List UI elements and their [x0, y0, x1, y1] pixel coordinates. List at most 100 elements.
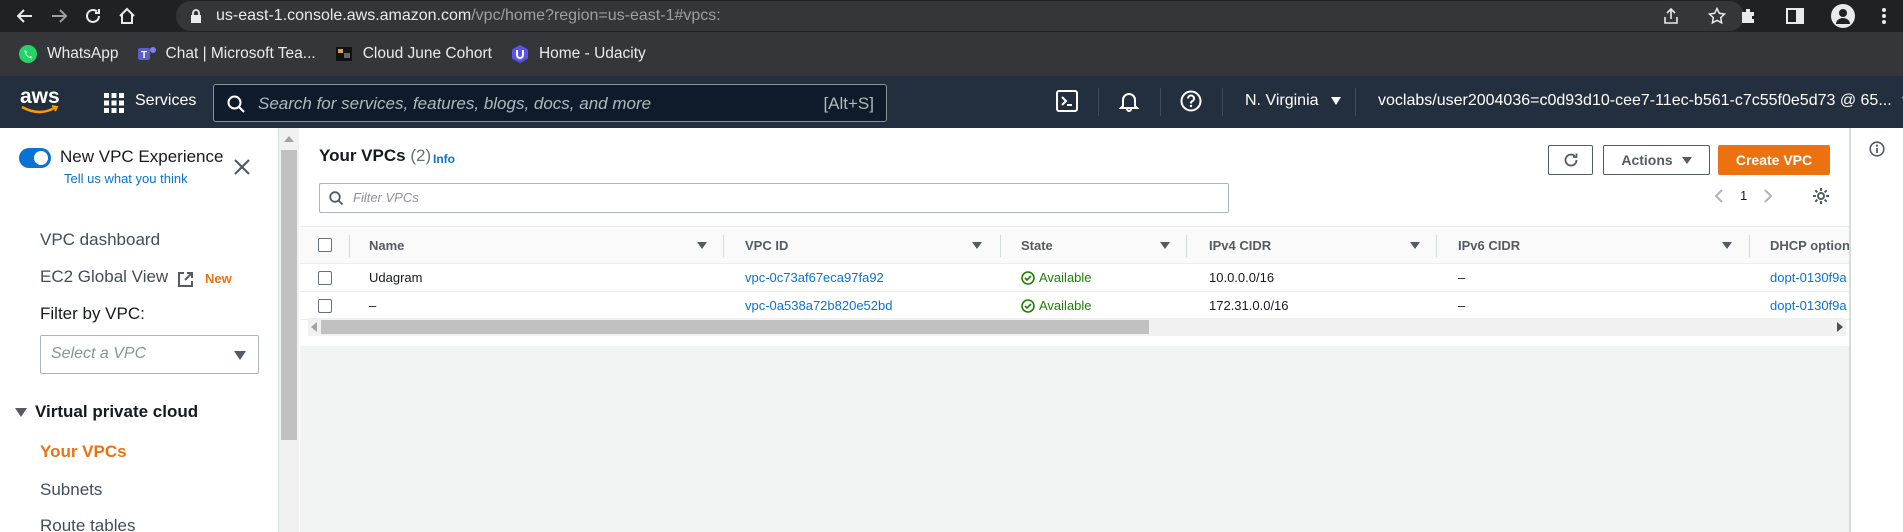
cloudshell-icon[interactable]	[1056, 90, 1078, 112]
info-icon[interactable]	[1869, 141, 1885, 157]
extensions-icon[interactable]	[1739, 6, 1759, 26]
vpc-filter-select[interactable]: Select a VPC	[40, 335, 259, 374]
table-horizontal-scrollbar[interactable]	[308, 318, 1846, 336]
column-header-dhcp[interactable]: DHCP option	[1770, 238, 1850, 253]
services-menu[interactable]: Services	[135, 92, 196, 110]
bookmark-label: Cloud June Cohort	[362, 45, 492, 62]
external-link-icon	[178, 272, 193, 287]
udacity-icon	[510, 44, 530, 64]
bookmark-udacity[interactable]: Home - Udacity	[510, 44, 646, 64]
cell-vpc-id[interactable]: vpc-0c73af67eca97fa92	[745, 270, 884, 285]
refresh-icon	[1564, 153, 1577, 167]
caret-down-icon	[15, 407, 27, 417]
bookmark-label: Home - Udacity	[538, 45, 646, 62]
chevron-left-icon[interactable]	[1714, 188, 1724, 203]
close-icon[interactable]	[233, 158, 251, 176]
profile-avatar-icon[interactable]	[1831, 4, 1855, 28]
vpc-count: (2)	[410, 146, 432, 165]
filter-vpcs-input[interactable]: Filter VPCs	[319, 183, 1229, 213]
sort-caret-icon[interactable]	[972, 242, 982, 249]
sidebar-item-your-vpcs[interactable]: Your VPCs	[40, 442, 127, 462]
page-title: Your VPCs (2)	[319, 146, 432, 165]
check-circle-icon	[1021, 270, 1035, 285]
select-all-checkbox[interactable]	[318, 238, 332, 252]
sort-caret-icon[interactable]	[1722, 242, 1732, 249]
search-input[interactable]: Search for services, features, blogs, do…	[213, 84, 887, 122]
sort-caret-icon[interactable]	[1160, 242, 1170, 249]
gear-icon[interactable]	[1812, 187, 1830, 205]
bookmark-teams[interactable]: T Chat | Microsoft Tea...	[137, 44, 316, 64]
sort-caret-icon[interactable]	[1410, 242, 1420, 249]
column-header-name[interactable]: Name	[369, 238, 404, 253]
cell-vpc-id[interactable]: vpc-0a538a72b820e52bd	[745, 298, 892, 313]
column-header-state[interactable]: State	[1021, 238, 1053, 253]
sidebar-item-subnets[interactable]: Subnets	[40, 480, 102, 500]
scroll-right-arrow-icon[interactable]	[1837, 322, 1843, 332]
sidebar-item-ec2-global-view[interactable]: EC2 Global View	[40, 267, 168, 287]
aws-top-nav: aws Services Search for services, featur…	[0, 76, 1903, 128]
actions-button[interactable]: Actions	[1603, 145, 1710, 175]
forward-button[interactable]	[44, 1, 74, 31]
services-grid-icon[interactable]	[104, 93, 124, 113]
info-link[interactable]: Info	[433, 152, 455, 166]
region-selector[interactable]: N. Virginia	[1245, 92, 1341, 110]
table-header: Name VPC ID State IPv4 CIDR IPv6 CIDR DH…	[300, 226, 1850, 264]
cell-dhcp[interactable]: dopt-0130f9a	[1770, 270, 1847, 285]
scroll-left-arrow-icon[interactable]	[311, 322, 317, 332]
table-row[interactable]: – vpc-0a538a72b820e52bd Available 172.31…	[300, 292, 1849, 320]
share-icon[interactable]	[1662, 7, 1680, 25]
row-checkbox[interactable]	[318, 299, 332, 313]
cell-name: Udagram	[369, 270, 423, 285]
browser-menu-icon[interactable]	[1881, 6, 1887, 26]
search-placeholder: Search for services, features, blogs, do…	[258, 94, 652, 113]
cell-name: –	[369, 298, 377, 313]
sort-caret-icon[interactable]	[697, 242, 707, 249]
whatsapp-icon	[18, 44, 38, 64]
pagination: 1	[1714, 188, 1773, 203]
refresh-button[interactable]	[1548, 145, 1593, 175]
sidebar-scrollbar[interactable]	[279, 128, 299, 532]
toggle-label: New VPC Experience	[60, 147, 224, 166]
url-text: us-east-1.console.aws.amazon.com/vpc/hom…	[216, 7, 721, 24]
scroll-thumb[interactable]	[321, 320, 1149, 334]
column-header-ipv4-cidr[interactable]: IPv4 CIDR	[1209, 238, 1271, 253]
sidebar-item-vpc-dashboard[interactable]: VPC dashboard	[40, 230, 160, 250]
scroll-thumb[interactable]	[281, 150, 297, 440]
cell-dhcp[interactable]: dopt-0130f9a	[1770, 298, 1847, 313]
forward-arrow-icon	[52, 9, 68, 23]
browser-toolbar: us-east-1.console.aws.amazon.com/vpc/hom…	[0, 0, 1903, 32]
aws-logo[interactable]: aws	[20, 85, 60, 115]
back-button[interactable]	[10, 1, 40, 31]
help-icon[interactable]	[1180, 90, 1202, 112]
create-vpc-button[interactable]: Create VPC	[1718, 145, 1830, 175]
reload-button[interactable]	[78, 1, 108, 31]
account-menu[interactable]: voclabs/user2004036=c0d93d10-cee7-11ec-b…	[1378, 92, 1903, 110]
bookmark-label: WhatsApp	[47, 45, 119, 62]
bookmark-cloud-june-cohort[interactable]: Cloud June Cohort	[334, 44, 492, 64]
search-icon	[227, 95, 245, 113]
new-vpc-experience-toggle[interactable]	[19, 148, 51, 168]
scroll-up-arrow-icon[interactable]	[284, 136, 294, 142]
column-header-vpc-id[interactable]: VPC ID	[745, 238, 788, 253]
bookmark-whatsapp[interactable]: WhatsApp	[18, 44, 119, 64]
star-icon[interactable]	[1708, 7, 1726, 25]
address-bar[interactable]: us-east-1.console.aws.amazon.com/vpc/hom…	[176, 1, 1744, 31]
table-row[interactable]: Udagram vpc-0c73af67eca97fa92 Available …	[300, 264, 1849, 292]
notifications-bell-icon[interactable]	[1118, 90, 1140, 112]
row-checkbox[interactable]	[318, 271, 332, 285]
home-button[interactable]	[112, 1, 142, 31]
side-panel-icon[interactable]	[1785, 6, 1805, 26]
bookmarks-bar: WhatsApp T Chat | Microsoft Tea... Cloud…	[0, 32, 1903, 76]
back-arrow-icon	[16, 9, 32, 23]
cell-state: Available	[1021, 270, 1092, 285]
column-header-ipv6-cidr[interactable]: IPv6 CIDR	[1458, 238, 1520, 253]
page-number[interactable]: 1	[1740, 188, 1747, 203]
cell-ipv6: –	[1458, 270, 1466, 285]
sidebar-item-route-tables[interactable]: Route tables	[40, 516, 135, 532]
vpcs-table-panel: Your VPCs (2) Info Actions Create VPC Fi…	[300, 128, 1850, 346]
bookmark-icon	[334, 44, 354, 64]
chevron-right-icon[interactable]	[1763, 188, 1773, 203]
feedback-link[interactable]: Tell us what you think	[64, 171, 188, 186]
section-virtual-private-cloud[interactable]: Virtual private cloud	[15, 402, 198, 422]
caret-down-icon	[234, 351, 246, 360]
